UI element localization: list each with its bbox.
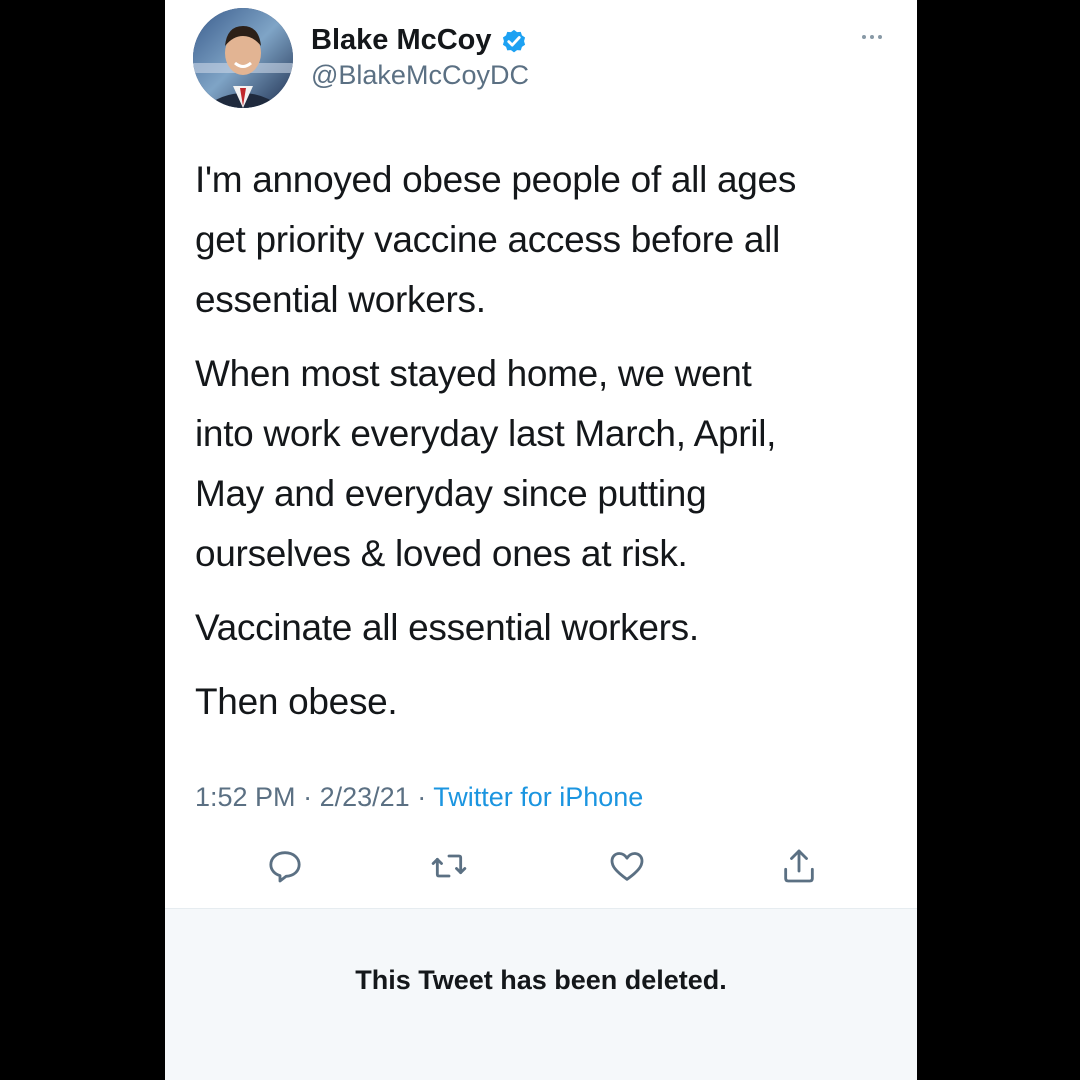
display-name[interactable]: Blake McCoy	[311, 24, 492, 57]
more-options-icon[interactable]	[861, 28, 883, 39]
meta-separator: ·	[417, 782, 427, 812]
tweet-time[interactable]: 1:52 PM	[195, 782, 296, 812]
name-row: Blake McCoy	[311, 24, 528, 57]
retweet-button[interactable]	[427, 846, 471, 890]
reply-icon	[265, 846, 305, 891]
tweet-metadata: 1:52 PM · 2/23/21 · Twitter for iPhone	[195, 782, 643, 813]
deleted-message: This Tweet has been deleted.	[355, 965, 727, 995]
retweet-icon	[429, 846, 469, 891]
tweet-text: I'm annoyed obese people of all ages get…	[195, 150, 895, 746]
avatar-image	[193, 8, 293, 108]
verified-badge-icon	[500, 27, 528, 55]
like-icon	[607, 846, 647, 891]
share-icon	[779, 846, 819, 891]
user-handle[interactable]: @BlakeMcCoyDC	[311, 60, 529, 91]
share-button[interactable]	[777, 846, 821, 890]
tweet-date[interactable]: 2/23/21	[320, 782, 410, 812]
reply-button[interactable]	[263, 846, 307, 890]
screenshot-frame: Blake McCoy @BlakeMcCoyDC I'm annoyed ob…	[0, 0, 1080, 1080]
tweet-actions	[165, 840, 917, 900]
tweet-paragraph: Then obese.	[195, 681, 398, 722]
tweet-header: Blake McCoy @BlakeMcCoyDC	[165, 0, 917, 120]
meta-separator: ·	[303, 782, 313, 812]
tweet-card: Blake McCoy @BlakeMcCoyDC I'm annoyed ob…	[165, 0, 917, 1080]
tweet-paragraph: I'm annoyed obese people of all ages get…	[195, 159, 797, 320]
tweet-source-link[interactable]: Twitter for iPhone	[433, 782, 643, 812]
deleted-tweet-banner: This Tweet has been deleted.	[165, 908, 917, 1080]
avatar[interactable]	[193, 8, 293, 108]
tweet-paragraph: Vaccinate all essential workers.	[195, 607, 699, 648]
like-button[interactable]	[605, 846, 649, 890]
tweet-paragraph: When most stayed home, we went into work…	[195, 353, 777, 574]
